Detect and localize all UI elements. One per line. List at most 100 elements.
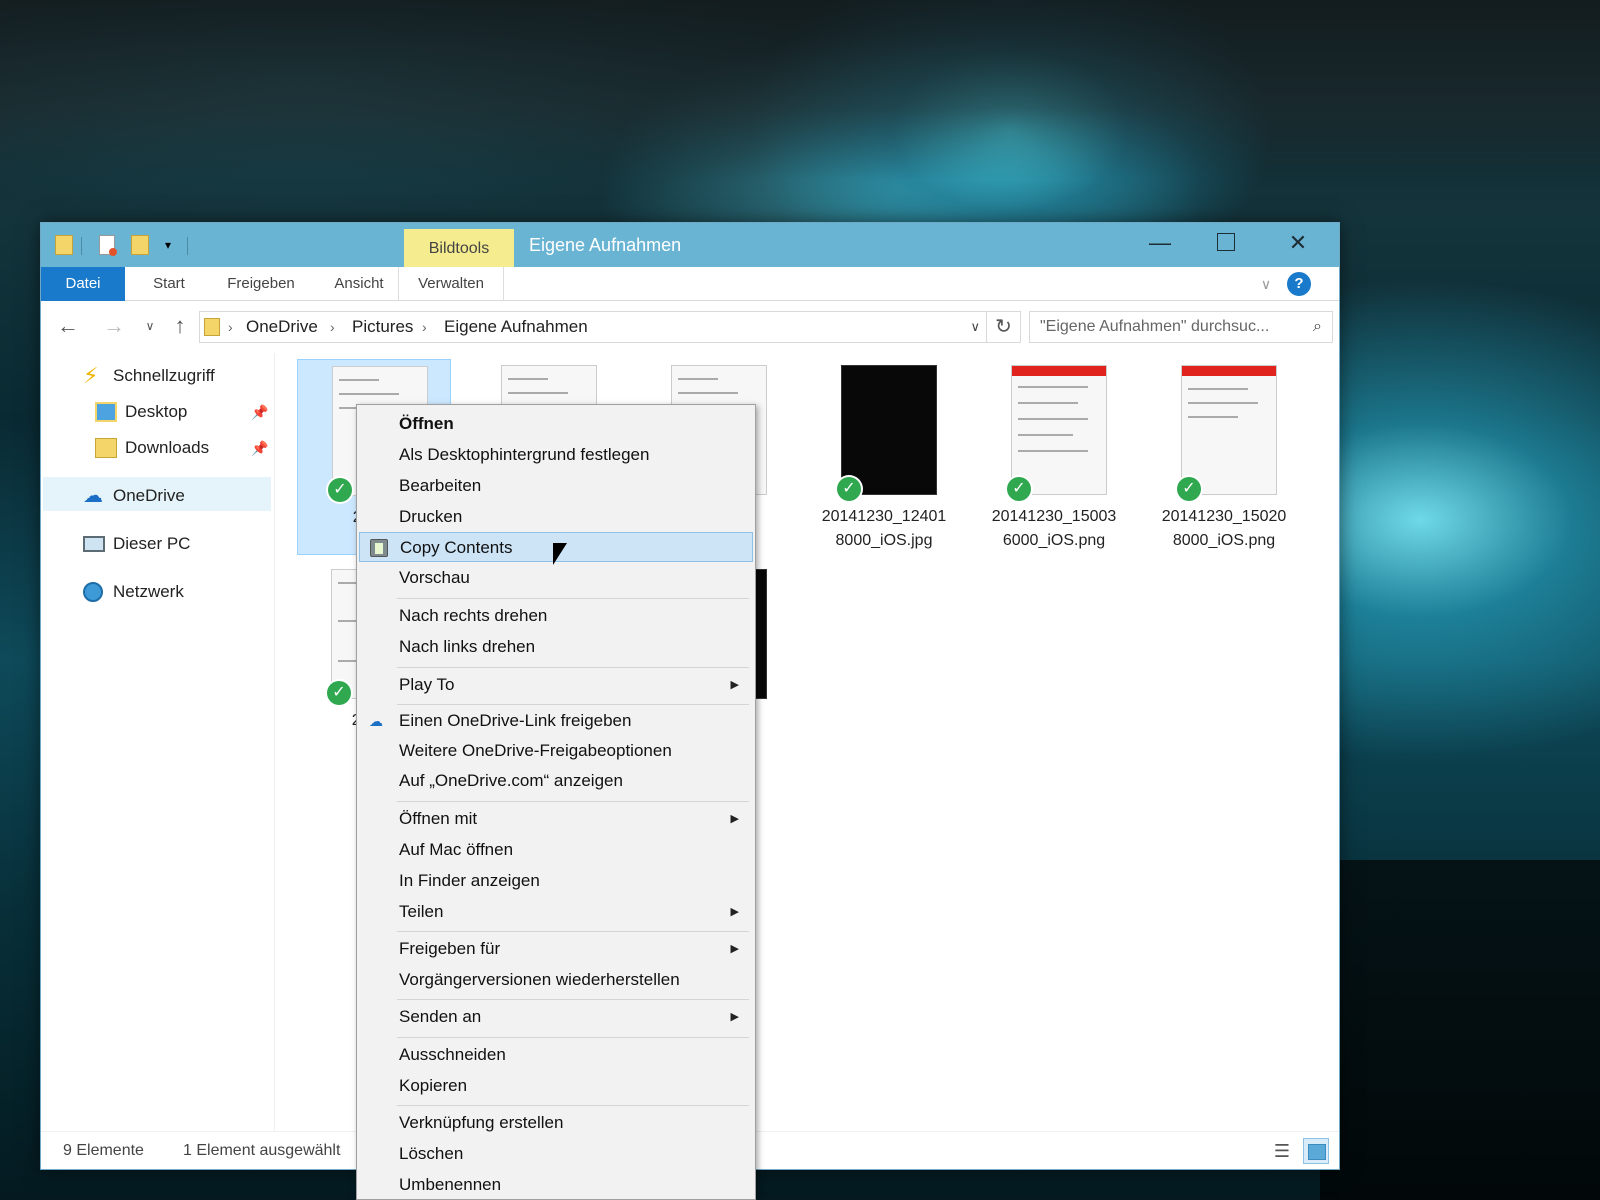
search-input[interactable]: "Eigene Aufnahmen" durchsuc... ⌕ [1029,311,1333,343]
menu-item-desktophintergrund[interactable]: Als Desktophintergrund festlegen [359,440,753,470]
downloads-folder-icon [95,438,117,458]
nav-item-desktop[interactable]: Desktop 📌 [95,395,275,429]
details-view-icon[interactable]: ☰ [1269,1138,1295,1164]
breadcrumb-eigene-aufnahmen[interactable]: Eigene Aufnahmen [444,312,588,342]
file-name: 20141230_15020 8000_iOS.png [1161,508,1287,549]
pin-icon[interactable]: 📌 [251,431,268,465]
menu-item-senden-an[interactable]: Senden an ▶ [359,1002,753,1032]
ribbon-tabs: Datei Start Freigeben Ansicht Verwalten … [41,267,1339,301]
file-item[interactable]: ✓ 20141230_15020 8000_iOS.png [1147,359,1301,555]
tab-ansicht[interactable]: Ansicht [319,267,399,301]
nav-item-label: OneDrive [113,486,185,505]
navigation-pane: ⚡ Schnellzugriff Desktop 📌 Downloads 📌 ☁… [41,353,275,1131]
nav-item-label: Dieser PC [113,534,191,553]
network-icon [83,582,103,602]
submenu-arrow-icon: ▶ [730,943,739,955]
menu-separator [397,801,749,802]
submenu-arrow-icon: ▶ [730,679,739,691]
help-button[interactable]: ? [1287,272,1311,296]
search-icon[interactable]: ⌕ [1313,312,1322,342]
menu-item-loeschen[interactable]: Löschen [359,1139,753,1169]
submenu-arrow-icon: ▶ [730,1011,739,1023]
menu-item-ausschneiden[interactable]: Ausschneiden [359,1040,753,1070]
address-bar[interactable]: › OneDrive › Pictures › Eigene Aufnahmen… [199,311,987,343]
menu-item-teilen[interactable]: Teilen ▶ [359,897,753,927]
nav-item-label: Downloads [125,438,210,457]
file-name: 20141230_12401 8000_iOS.jpg [821,508,947,549]
lightning-icon: ⚡ [83,363,99,388]
large-icons-view-icon[interactable] [1303,1138,1329,1164]
menu-item-in-finder-anzeigen[interactable]: In Finder anzeigen [359,866,753,896]
menu-item-rechts-drehen[interactable]: Nach rechts drehen [359,601,753,631]
title-bar[interactable]: ▾ Bildtools Eigene Aufnahmen — ✕ [41,223,1339,267]
file-name: 20141230_15003 6000_iOS.png [991,508,1117,549]
pin-icon[interactable]: 📌 [251,395,268,429]
search-placeholder: "Eigene Aufnahmen" durchsuc... [1040,318,1270,335]
properties-icon[interactable] [99,235,117,256]
nav-item-label: Netzwerk [113,582,184,601]
address-history-chevron-icon[interactable]: ∨ [970,312,980,342]
menu-item-oeffnen[interactable]: Öffnen [359,409,753,439]
tab-freigeben[interactable]: Freigeben [211,267,311,301]
expand-ribbon-chevron-icon[interactable]: ∨ [1257,275,1275,293]
recent-locations-chevron-icon[interactable]: ∨ [137,313,163,339]
menu-item-freigeben-fuer[interactable]: Freigeben für ▶ [359,934,753,964]
sync-check-icon: ✓ [837,477,861,501]
breadcrumb-separator-icon[interactable]: › [228,312,233,342]
menu-item-umbenennen[interactable]: Umbenennen [359,1170,753,1200]
menu-item-kopieren[interactable]: Kopieren [359,1071,753,1101]
menu-item-onedrive-com[interactable]: Auf „OneDrive.com“ anzeigen [359,766,753,796]
desktop-wallpaper-rock [0,0,1600,180]
menu-item-auf-mac-oeffnen[interactable]: Auf Mac öffnen [359,835,753,865]
breadcrumb-separator-icon[interactable]: › [330,312,335,342]
menu-item-links-drehen[interactable]: Nach links drehen [359,632,753,662]
sync-check-icon: ✓ [1177,477,1201,501]
menu-separator [397,999,749,1000]
menu-separator [397,667,749,668]
submenu-arrow-icon: ▶ [730,906,739,918]
onedrive-cloud-icon: ☁ [369,713,383,729]
menu-item-onedrive-freigabeoptionen[interactable]: Weitere OneDrive-Freigabeoptionen [359,736,753,766]
minimize-button[interactable]: — [1127,223,1193,263]
file-item[interactable]: ✓ 20141230_12401 8000_iOS.jpg [807,359,961,555]
tab-datei[interactable]: Datei [41,267,125,301]
file-thumbnail [1181,365,1277,495]
breadcrumb-separator-icon[interactable]: › [422,312,427,342]
menu-item-oeffnen-mit[interactable]: Öffnen mit ▶ [359,804,753,834]
breadcrumb-pictures[interactable]: Pictures [352,312,413,342]
new-folder-icon[interactable] [131,235,149,255]
clipboard-icon [370,539,388,557]
menu-item-verknuepfung-erstellen[interactable]: Verknüpfung erstellen [359,1108,753,1138]
customize-toolbar-chevron-icon[interactable]: ▾ [161,235,175,255]
close-button[interactable]: ✕ [1265,223,1331,263]
tab-start[interactable]: Start [137,267,201,301]
desktop-wallpaper-water [1320,860,1600,1200]
menu-separator [397,931,749,932]
menu-separator [397,1037,749,1038]
file-thumbnail [1011,365,1107,495]
refresh-icon[interactable]: ↻ [987,311,1021,343]
back-arrow-icon[interactable]: ← [55,313,81,339]
tab-verwalten[interactable]: Verwalten [398,267,504,301]
context-menu: Öffnen Als Desktophintergrund festlegen … [356,404,756,1200]
item-count: 9 Elemente [63,1142,144,1159]
sync-check-icon: ✓ [328,478,352,502]
menu-item-onedrive-link[interactable]: ☁ Einen OneDrive-Link freigeben [359,706,753,736]
breadcrumb-onedrive[interactable]: OneDrive [246,312,318,342]
menu-item-drucken[interactable]: Drucken [359,502,753,532]
nav-item-label: Desktop [125,402,188,421]
menu-item-vorschau[interactable]: Vorschau [359,563,753,593]
menu-item-vorgaengerversionen[interactable]: Vorgängerversionen wiederherstellen [359,965,753,995]
maximize-button[interactable] [1193,223,1259,263]
bildtools-context-tab: Bildtools [404,229,514,267]
address-row: ← → ∨ ↑ › OneDrive › Pictures › Eigene A… [41,301,1339,353]
up-arrow-icon[interactable]: ↑ [167,313,193,339]
file-item[interactable]: ✓ 20141230_15003 6000_iOS.png [977,359,1131,555]
forward-arrow-icon[interactable]: → [101,313,127,339]
toolbar-divider [187,237,188,255]
toolbar-divider [81,237,82,255]
menu-item-bearbeiten[interactable]: Bearbeiten [359,471,753,501]
menu-item-play-to[interactable]: Play To ▶ [359,670,753,700]
maximize-icon [1217,233,1235,252]
nav-item-downloads[interactable]: Downloads 📌 [95,431,275,465]
